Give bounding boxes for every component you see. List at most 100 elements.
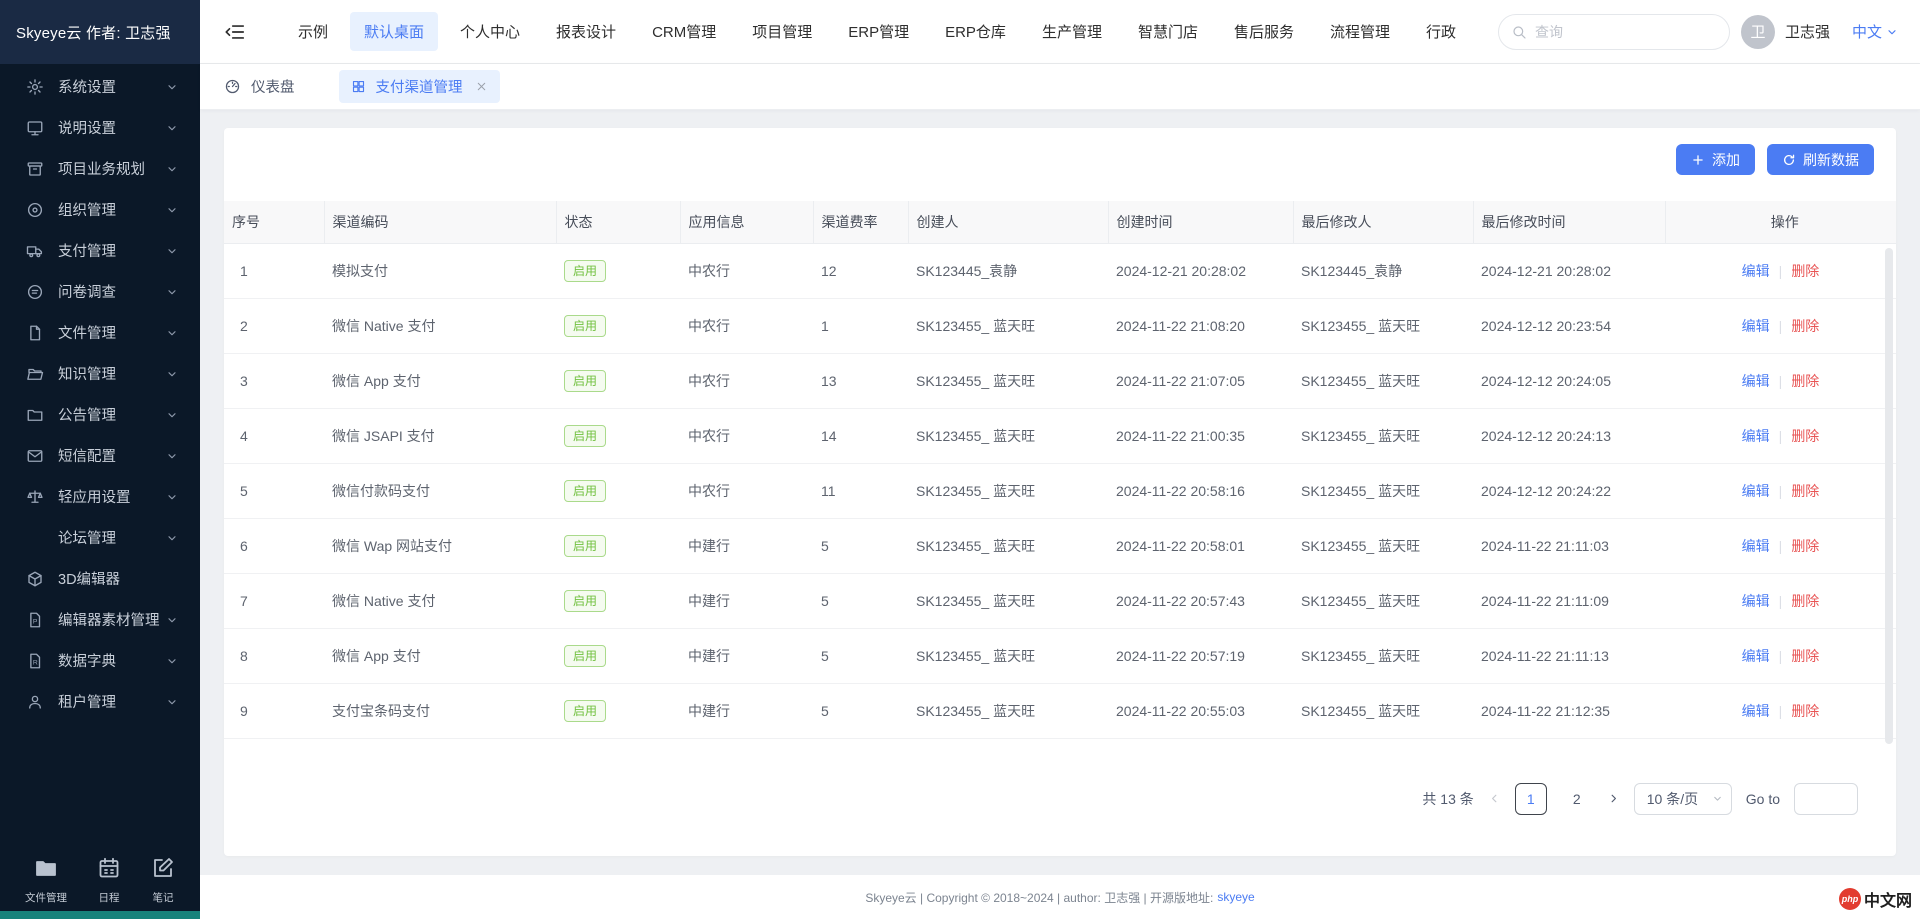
prev-page-icon[interactable] [1488,792,1501,805]
sidebar-item[interactable]: 问卷调查 [0,271,200,312]
chevron-down-icon [166,122,178,134]
cell-modified-time: 2024-11-22 21:12:35 [1473,683,1665,738]
user-menu[interactable]: 卫 卫志强 [1741,15,1830,49]
app-logo: Skyeye云 作者: 卫志强 [0,0,200,64]
page-1-button[interactable]: 1 [1515,783,1547,815]
sidebar-item[interactable]: 项目业务规划 [0,148,200,189]
cell-modified-time: 2024-12-12 20:24:05 [1473,353,1665,408]
cube-icon [26,570,44,588]
sidebar-item[interactable]: 知识管理 [0,353,200,394]
sidebar-item-label: 组织管理 [58,199,116,220]
open-tabs-bar: 仪表盘 支付渠道管理 [200,64,1920,110]
folder-solid-icon [34,856,58,885]
page-2-button[interactable]: 2 [1561,783,1593,815]
sidebar-footer: 文件管理 日程 笔记 [0,856,200,905]
delete-link[interactable]: 删除 [1791,428,1819,444]
sidebar-item-label: 3D编辑器 [58,568,120,589]
nav-tab[interactable]: ERP管理 [834,12,923,51]
collapse-sidebar-icon[interactable] [224,21,246,43]
edit-link[interactable]: 编辑 [1742,538,1770,554]
status-badge: 启用 [564,425,606,447]
sidebar-footer-item[interactable]: 日程 [97,856,121,905]
nav-tab[interactable]: 示例 [284,12,342,51]
status-badge: 启用 [564,590,606,612]
sidebar-item[interactable]: 短信配置 [0,435,200,476]
edit-link[interactable]: 编辑 [1742,593,1770,609]
nav-tab[interactable]: ERP仓库 [931,12,1020,51]
sidebar-item[interactable]: 文件管理 [0,312,200,353]
next-page-icon[interactable] [1607,792,1620,805]
sidebar-item[interactable]: 数据字典 [0,640,200,681]
refresh-button[interactable]: 刷新数据 [1767,144,1874,175]
content-area: 添加 刷新数据 序号渠道编码状态应用信息渠道费率 [200,110,1920,875]
edit-link[interactable]: 编辑 [1742,483,1770,499]
sidebar-item[interactable]: 3D编辑器 [0,558,200,599]
edit-link[interactable]: 编辑 [1742,373,1770,389]
search-input[interactable] [1535,24,1685,40]
sidebar-item[interactable]: 系统设置 [0,66,200,107]
edit-link[interactable]: 编辑 [1742,428,1770,444]
sidebar-footer-label: 日程 [99,890,120,905]
nav-tab[interactable]: 智慧门店 [1124,12,1212,51]
nav-tab[interactable]: 生产管理 [1028,12,1116,51]
nav-tab[interactable]: 报表设计 [542,12,630,51]
cell-modifier: SK123455_ 蓝天旺 [1293,463,1473,518]
delete-link[interactable]: 删除 [1791,318,1819,334]
sidebar-item[interactable]: 组织管理 [0,189,200,230]
nav-tab[interactable]: 个人中心 [446,12,534,51]
opensource-link[interactable]: skyeye [1217,890,1254,904]
language-label: 中文 [1852,21,1882,42]
sidebar-item[interactable]: 说明设置 [0,107,200,148]
sidebar-footer-item[interactable]: 文件管理 [25,856,67,905]
nav-tab[interactable]: 项目管理 [738,12,826,51]
sidebar-item[interactable]: 公告管理 [0,394,200,435]
language-switcher[interactable]: 中文 [1852,21,1898,42]
tab-dashboard[interactable]: 仪表盘 [224,76,295,97]
delete-link[interactable]: 删除 [1791,373,1819,389]
nav-tab[interactable]: CRM管理 [638,12,730,51]
close-tab-icon[interactable] [475,80,488,93]
edit-link[interactable]: 编辑 [1742,648,1770,664]
delete-link[interactable]: 删除 [1791,648,1819,664]
page-size-select[interactable]: 10 条/页 [1634,783,1732,815]
edit-link[interactable]: 编辑 [1742,703,1770,719]
delete-link[interactable]: 删除 [1791,538,1819,554]
edit-link[interactable]: 编辑 [1742,263,1770,279]
nav-tab[interactable]: 流程管理 [1316,12,1404,51]
cell-modifier: SK123455_ 蓝天旺 [1293,573,1473,628]
cell-app-info: 中建行 [680,518,813,573]
sidebar-footer-item[interactable]: 笔记 [151,856,175,905]
user-icon [26,693,44,711]
search-icon [1511,24,1527,40]
nav-tab[interactable]: 售后服务 [1220,12,1308,51]
cell-creator: SK123455_ 蓝天旺 [908,353,1108,408]
sidebar-item[interactable]: 编辑器素材管理 [0,599,200,640]
nav-tab[interactable]: 行政 [1412,12,1470,51]
delete-link[interactable]: 删除 [1791,703,1819,719]
cell-app-info: 中农行 [680,298,813,353]
delete-link[interactable]: 删除 [1791,263,1819,279]
folder-open-icon [26,365,44,383]
delete-link[interactable]: 删除 [1791,483,1819,499]
cell-modified-time: 2024-12-12 20:24:22 [1473,463,1665,518]
nav-tab[interactable]: 默认桌面 [350,12,438,51]
gauge-icon [224,78,241,95]
edit-link[interactable]: 编辑 [1742,318,1770,334]
sidebar-item-label: 知识管理 [58,363,116,384]
cell-app-info: 中农行 [680,353,813,408]
cell-modifier: SK123445_袁静 [1293,243,1473,298]
goto-page-input[interactable] [1794,783,1858,815]
cell-rate: 1 [813,298,908,353]
sidebar-item[interactable]: 租户管理 [0,681,200,722]
chevron-down-icon [1886,26,1898,38]
sidebar-footer-label: 笔记 [153,890,174,905]
delete-link[interactable]: 删除 [1791,593,1819,609]
sidebar-item[interactable]: 支付管理 [0,230,200,271]
sidebar-item[interactable]: 论坛管理 [0,517,200,558]
cell-rate: 5 [813,573,908,628]
sidebar-item[interactable]: 轻应用设置 [0,476,200,517]
vertical-scrollbar[interactable] [1885,248,1893,744]
tab-payment-channels[interactable]: 支付渠道管理 [339,70,500,103]
add-button[interactable]: 添加 [1676,144,1755,175]
cell-modifier: SK123455_ 蓝天旺 [1293,628,1473,683]
